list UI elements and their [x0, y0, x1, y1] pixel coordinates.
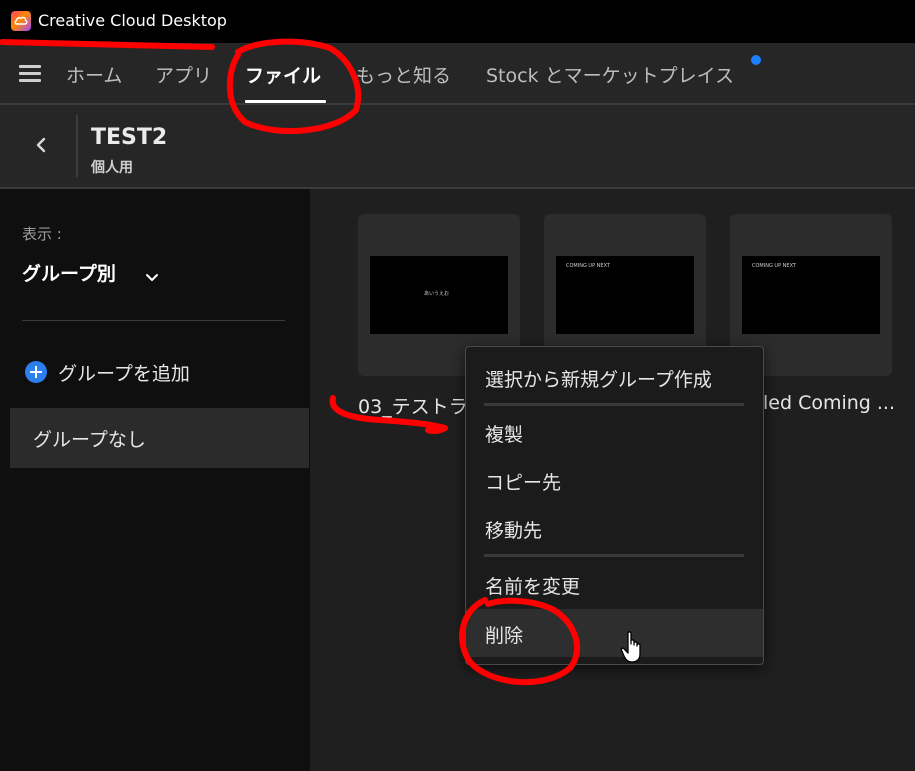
menu-item-label: 削除 — [485, 625, 524, 647]
file-thumbnail: COMING UP NEXT — [556, 256, 694, 334]
thumbnail-text: あいうえお — [424, 291, 450, 297]
chevron-down-icon[interactable] — [145, 268, 159, 281]
menu-item-copy-to[interactable]: コピー先 — [466, 458, 763, 502]
menu-item-label: 複製 — [485, 424, 524, 446]
context-menu: 選択から新規グループ作成 複製 コピー先 移動先 名前を変更 削除 — [465, 346, 764, 665]
hamburger-menu-icon[interactable] — [19, 65, 41, 83]
folder-title: TEST2 — [91, 125, 168, 150]
app-title: Creative Cloud Desktop — [38, 11, 227, 30]
menu-item-delete[interactable]: 削除 — [466, 609, 763, 657]
tab-home[interactable]: ホーム — [66, 61, 122, 88]
hand-cursor-icon — [620, 630, 646, 664]
title-bar: Creative Cloud Desktop — [0, 0, 915, 43]
tab-files[interactable]: ファイル — [245, 61, 321, 88]
tab-apps[interactable]: アプリ — [155, 61, 212, 88]
menu-item-label: 名前を変更 — [485, 576, 581, 598]
view-mode-dropdown[interactable]: グループ別 — [22, 259, 116, 286]
thumbnail-text: COMING UP NEXT — [566, 263, 610, 269]
menu-item-label: コピー先 — [485, 472, 562, 494]
tab-discover[interactable]: もっと知る — [356, 61, 451, 88]
sidebar: 表示 : グループ別 グループを追加 グループなし — [0, 189, 310, 771]
add-group-label: グループを追加 — [58, 363, 190, 385]
add-circle-icon — [25, 361, 47, 383]
menu-item-new-group-from-selection[interactable]: 選択から新規グループ作成 — [466, 355, 763, 399]
file-thumbnail: COMING UP NEXT — [742, 256, 880, 334]
sidebar-divider — [22, 320, 285, 321]
menu-item-rename[interactable]: 名前を変更 — [466, 562, 763, 606]
file-name[interactable]: led Coming ... — [763, 392, 895, 414]
sidebar-item-no-group[interactable]: グループなし — [10, 408, 309, 468]
group-label: グループなし — [33, 429, 146, 451]
menu-separator — [484, 403, 744, 406]
menu-item-duplicate[interactable]: 複製 — [466, 410, 763, 454]
header-divider — [76, 115, 78, 177]
folder-subtitle: 個人用 — [91, 160, 133, 176]
menu-item-move-to[interactable]: 移動先 — [466, 506, 763, 550]
active-tab-indicator — [245, 100, 326, 103]
menu-item-label: 移動先 — [485, 520, 543, 542]
file-name[interactable]: 03_テストラ — [358, 392, 468, 419]
top-navigation: ホーム アプリ ファイル もっと知る Stock とマーケットプレイス — [0, 43, 915, 105]
menu-separator — [484, 554, 744, 557]
back-chevron-icon[interactable] — [30, 132, 52, 158]
menu-item-label: 選択から新規グループ作成 — [485, 369, 712, 391]
creative-cloud-logo-icon — [11, 11, 31, 31]
view-label: 表示 : — [22, 225, 62, 243]
tab-stock-marketplace[interactable]: Stock とマーケットプレイス — [486, 61, 734, 88]
thumbnail-text: COMING UP NEXT — [752, 263, 796, 269]
notification-dot — [751, 55, 761, 65]
folder-header: TEST2 個人用 — [0, 105, 915, 189]
file-thumbnail: あいうえお — [370, 256, 508, 334]
